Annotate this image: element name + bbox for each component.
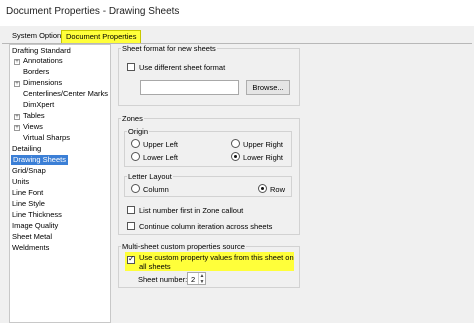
tree-item-label: DimXpert (23, 100, 55, 109)
tree-item-sheet-metal[interactable]: Sheet Metal (12, 232, 52, 242)
tree-item-tables[interactable]: + Tables (14, 111, 45, 121)
window-title: Document Properties - Drawing Sheets (6, 6, 180, 17)
expand-icon[interactable]: + (14, 114, 20, 120)
tree-item-label: Views (23, 122, 43, 131)
browse-button[interactable]: Browse... (246, 80, 290, 95)
tree-item-borders[interactable]: Borders (23, 67, 49, 77)
sheet-format-group (118, 48, 300, 106)
tree-item-label: Centerlines/Center Marks (23, 89, 109, 98)
expand-icon[interactable]: + (14, 59, 20, 65)
origin-upper-left-radio[interactable] (131, 139, 140, 148)
tree-item-label: Units (12, 177, 30, 186)
list-number-first-checkbox[interactable] (127, 206, 135, 214)
origin-lower-left-radio[interactable] (131, 152, 140, 161)
list-number-first-label: List number first in Zone callout (139, 206, 244, 215)
tab-document-properties[interactable]: Document Properties (61, 30, 142, 43)
continue-column-iteration-label: Continue column iteration across sheets (139, 222, 273, 231)
expand-icon[interactable]: + (14, 125, 20, 131)
zones-group-title: Zones (121, 114, 144, 123)
tree-item-label: Tables (23, 111, 45, 120)
tree-item-virtual-sharps[interactable]: Virtual Sharps (23, 133, 70, 143)
letter-layout-column-radio[interactable] (131, 184, 140, 193)
sheet-number-value: 2 (191, 275, 196, 284)
tree-item-label: Line Thickness (12, 210, 62, 219)
tree-item-dimxpert[interactable]: DimXpert (23, 100, 54, 110)
tree-item-label: Image Quality (12, 221, 59, 230)
origin-upper-right-label: Upper Right (243, 140, 284, 149)
use-different-sheet-format-checkbox[interactable] (127, 63, 135, 71)
tree-item-weldments[interactable]: Weldments (12, 243, 49, 253)
origin-upper-left-label: Upper Left (143, 140, 179, 149)
tree-item-units[interactable]: Units (12, 177, 29, 187)
options-tree[interactable]: Drafting Standard + Annotations Borders +… (9, 44, 111, 323)
tree-item-label: Detailing (12, 144, 42, 153)
tree-item-label: Line Style (12, 199, 45, 208)
expand-icon[interactable]: + (14, 81, 20, 87)
letter-layout-column-label: Column (143, 185, 169, 194)
tree-item-detailing[interactable]: Detailing (12, 144, 41, 154)
tree-item-label: Dimensions (23, 78, 63, 87)
tree-item-label: Drafting Standard (12, 46, 71, 55)
tree-item-label: Weldments (12, 243, 50, 252)
letter-layout-row-label: Row (270, 185, 286, 194)
sheet-format-path-input[interactable] (140, 80, 239, 95)
origin-lower-right-label: Lower Right (243, 153, 284, 162)
tree-item-image-quality[interactable]: Image Quality (12, 221, 58, 231)
origin-group-title: Origin (127, 127, 150, 136)
tree-item-views[interactable]: + Views (14, 122, 43, 132)
tree-item-drawing-sheets[interactable]: Drawing Sheets (11, 155, 68, 165)
use-different-sheet-format-label: Use different sheet format (139, 63, 226, 72)
tree-item-drafting-standard[interactable]: Drafting Standard (12, 46, 71, 56)
origin-upper-right-radio[interactable] (231, 139, 240, 148)
tab-system-options[interactable]: System Options (8, 30, 69, 43)
tree-item-line-font[interactable]: Line Font (12, 188, 43, 198)
letter-layout-row-radio[interactable] (258, 184, 267, 193)
tree-item-label: Drawing Sheets (13, 155, 66, 164)
tree-item-centerlines[interactable]: Centerlines/Center Marks (23, 89, 108, 99)
sheet-number-label: Sheet number: (138, 275, 188, 284)
spinner-arrows-icon[interactable]: ▲ ▼ (198, 273, 205, 285)
tree-item-label: Virtual Sharps (23, 133, 70, 142)
origin-lower-left-label: Lower Left (143, 153, 179, 162)
tree-item-label: Sheet Metal (12, 232, 53, 241)
tree-item-line-style[interactable]: Line Style (12, 199, 45, 209)
continue-column-iteration-checkbox[interactable] (127, 222, 135, 230)
tree-item-dimensions[interactable]: + Dimensions (14, 78, 62, 88)
tree-item-line-thickness[interactable]: Line Thickness (12, 210, 62, 220)
window-title-bar: Document Properties - Drawing Sheets (0, 0, 474, 26)
tree-item-label: Borders (23, 67, 50, 76)
multi-sheet-group-title: Multi-sheet custom properties source (121, 242, 246, 251)
tree-item-annotations[interactable]: + Annotations (14, 56, 63, 66)
use-custom-property-values-label-line2: all sheets (139, 262, 171, 271)
sheet-format-group-title: Sheet format for new sheets (121, 44, 217, 53)
tree-item-grid-snap[interactable]: Grid/Snap (12, 166, 46, 176)
use-custom-property-values-checkbox[interactable] (127, 254, 135, 264)
origin-lower-right-radio[interactable] (231, 152, 240, 161)
tree-item-label: Annotations (23, 56, 63, 65)
letter-layout-group-title: Letter Layout (127, 172, 173, 181)
use-custom-property-values-label-line1: Use custom property values from this she… (139, 253, 294, 262)
sheet-number-spinner[interactable]: 2 ▲ ▼ (187, 272, 206, 285)
tree-item-label: Line Font (12, 188, 44, 197)
tree-item-label: Grid/Snap (12, 166, 46, 175)
